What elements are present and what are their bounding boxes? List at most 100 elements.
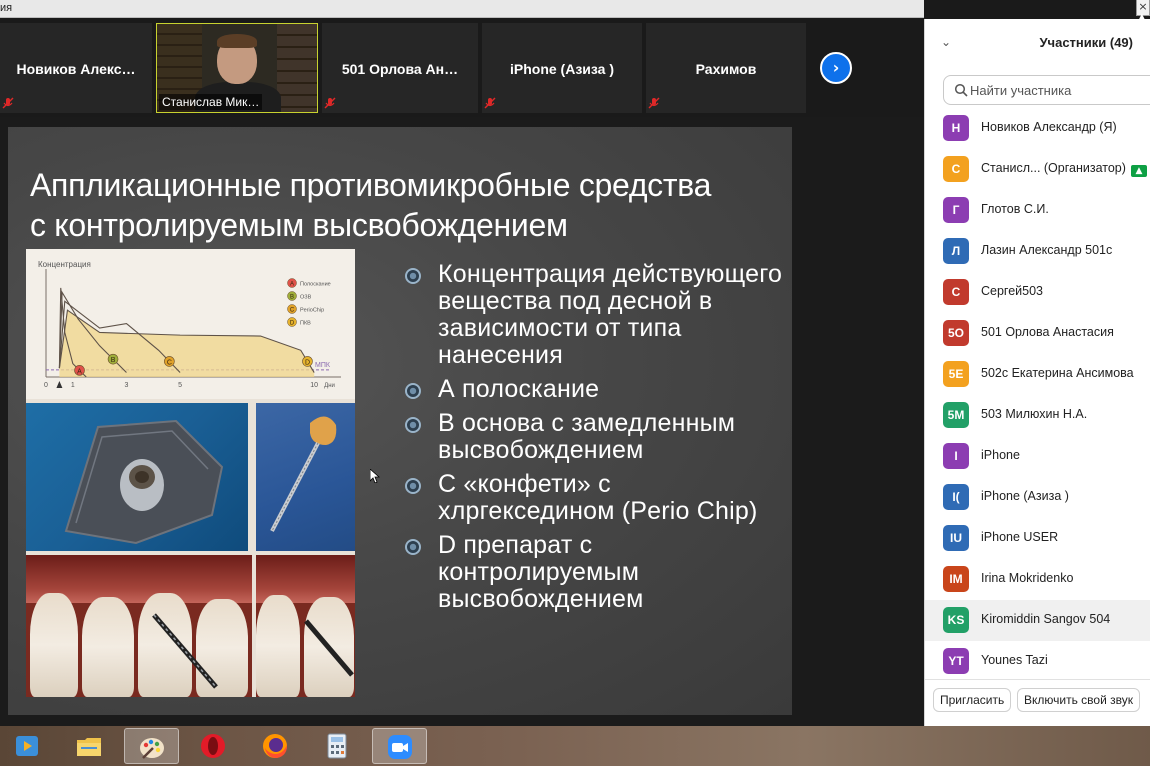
participant-name-text: Станисл... (Организатор) [981, 161, 1126, 175]
participant-name: Irina Mokridenko [981, 571, 1073, 585]
participant-name: Сергей503 [981, 284, 1043, 298]
participant-row[interactable]: I(iPhone (Азиза ) [925, 477, 1150, 518]
chart-series-marker-label: B [111, 357, 116, 364]
taskbar-app-button[interactable] [372, 728, 427, 764]
chart-threshold-label: МПК [315, 362, 331, 369]
avatar: IM [943, 566, 969, 592]
chart-x-tick-label: 1 [71, 382, 75, 389]
participant-tile-name: Станислав Мик… [159, 94, 263, 110]
participant-name-text: Новиков Александр (Я) [981, 120, 1117, 134]
bullet-icon [405, 383, 421, 399]
taskbar-app-button[interactable] [62, 728, 117, 764]
participant-name-text: iPhone USER [981, 530, 1059, 544]
participant-row[interactable]: IiPhone [925, 436, 1150, 477]
mic-muted-icon [324, 97, 336, 109]
avatar: С [943, 279, 969, 305]
media-player-icon [16, 736, 38, 756]
mic-muted-icon [484, 97, 496, 109]
shared-screen: Аппликационные противомикробные средства… [0, 117, 924, 726]
participant-row[interactable]: Г Глотов С.И. [925, 190, 1150, 231]
participant-row[interactable]: Л Лазин Александр 501с [925, 231, 1150, 272]
unmute-button[interactable]: Включить свой звук [1017, 688, 1140, 712]
opera-icon [201, 734, 225, 758]
participant-row[interactable]: IU iPhone USER [925, 518, 1150, 559]
chart-application-marker [56, 381, 63, 388]
participant-list: Н Новиков Александр (Я) С Станисл... (Орган… [925, 108, 1150, 682]
zoom-icon [388, 735, 412, 759]
bullet-text: С «конфети» с хлргекседином (Perio Chip) [438, 470, 758, 525]
mouse-cursor-icon [370, 469, 380, 483]
participant-row[interactable]: 5Е 502с Екатерина Ансимова [925, 354, 1150, 395]
slide-bullet-list: Концентрация действующего вещества под д… [405, 261, 785, 620]
participant-tile[interactable]: 501 Орлова Ан… [322, 23, 478, 113]
chart-series-marker-label: C [167, 359, 172, 366]
taskbar-app-button[interactable] [124, 728, 179, 764]
participant-name: 503 Милюхин Н.А. [981, 407, 1087, 421]
participant-name: iPhone [981, 448, 1020, 462]
taskbar-app-button[interactable] [0, 728, 55, 764]
chart-legend-label: Полоскание [300, 282, 331, 288]
participant-row[interactable]: YT Younes Tazi [925, 641, 1150, 682]
avatar: 5Е [943, 361, 969, 387]
photo-gum-treatment [256, 555, 355, 697]
concentration-chart: МПК Концентрация D C B A 0 1 3 5 10 Дни A Полоскание B… [26, 249, 355, 399]
participant-name: 501 Орлова Анастасия [981, 325, 1114, 339]
chart-series-marker-label: D [305, 359, 310, 366]
bullet-text: D препарат с контролируемым высвобождени… [438, 531, 644, 613]
participant-name-text: iPhone (Азиза ) [981, 489, 1069, 503]
firefox-icon [263, 734, 287, 758]
next-page-button[interactable]: › [820, 52, 852, 84]
bullet-item: С «конфети» с хлргекседином (Perio Chip) [405, 471, 785, 525]
participant-name-text: Глотов С.И. [981, 202, 1049, 216]
participant-name-text: Сергей503 [981, 284, 1044, 298]
participant-name-text: Younes Tazi [981, 653, 1048, 667]
avatar: Г [943, 197, 969, 223]
participant-name-text: Лазин Александр 501с [981, 243, 1113, 257]
participant-tile[interactable]: Рахимов [646, 23, 806, 113]
file-explorer-icon [77, 738, 101, 756]
avatar: 5О [943, 320, 969, 346]
instrument-illustration [304, 619, 354, 677]
participant-video-tile[interactable]: Станислав Мик… [156, 23, 318, 113]
chart-legend-key: B [290, 295, 294, 301]
invite-button[interactable]: Пригласить [933, 688, 1012, 712]
participant-row[interactable]: KS Kiromiddin Sangov 504 [925, 600, 1150, 641]
participant-row[interactable]: С Станисл... (Организатор) ▲ [925, 149, 1150, 190]
bullet-icon [405, 539, 421, 555]
tray-expand-icon[interactable]: ▲ [1138, 12, 1146, 23]
taskbar-app-button[interactable] [186, 728, 241, 764]
chart-legend-key: C [290, 308, 295, 314]
participant-name-text: Irina Mokridenko [981, 571, 1074, 585]
participant-tile[interactable]: Новиков Алекс… [0, 23, 152, 113]
participant-name-text: Kiromiddin Sangov 504 [981, 612, 1111, 626]
video-person-hair [217, 34, 257, 48]
taskbar-app-button[interactable] [310, 728, 365, 764]
participant-row[interactable]: Н Новиков Александр (Я) [925, 108, 1150, 149]
participant-name-text: 501 Орлова Анастасия [981, 325, 1114, 339]
bullet-item: А полоскание [405, 376, 785, 403]
search-input[interactable] [970, 81, 1150, 99]
avatar: С [943, 156, 969, 182]
chart-legend-key: A [290, 282, 294, 288]
window-title: ия [0, 2, 13, 14]
participant-row[interactable]: 5М 503 Милюхин Н.А. [925, 395, 1150, 436]
chart-legend-label: OЗВ [300, 295, 312, 301]
participant-row[interactable]: С Сергей503 [925, 272, 1150, 313]
participant-tile[interactable]: iPhone (Азиза ) [482, 23, 642, 113]
chart-x-label: Дни [324, 383, 335, 389]
participant-name-text: 502с Екатерина Ансимова [981, 366, 1134, 380]
participants-panel: ⌄ Участники (49) Н Новиков Александр (Я) С… [924, 19, 1150, 726]
participant-tile-name: Рахимов [695, 61, 757, 77]
participant-name: Younes Tazi [981, 653, 1048, 667]
paint-icon [140, 738, 164, 759]
slide-title-line: с контролируемым высвобождением [30, 207, 568, 243]
chart-legend-label: PerioChip [300, 308, 324, 314]
photo-syringe-tip [26, 403, 248, 551]
participant-search[interactable] [943, 75, 1150, 105]
participant-row[interactable]: IM Irina Mokridenko [925, 559, 1150, 600]
taskbar-app-button[interactable] [248, 728, 303, 764]
bullet-text: В основа с замедленным высвобождением [438, 409, 736, 464]
participant-row[interactable]: 5О 501 Орлова Анастасия [925, 313, 1150, 354]
bullet-icon [405, 268, 421, 284]
avatar: KS [943, 607, 969, 633]
